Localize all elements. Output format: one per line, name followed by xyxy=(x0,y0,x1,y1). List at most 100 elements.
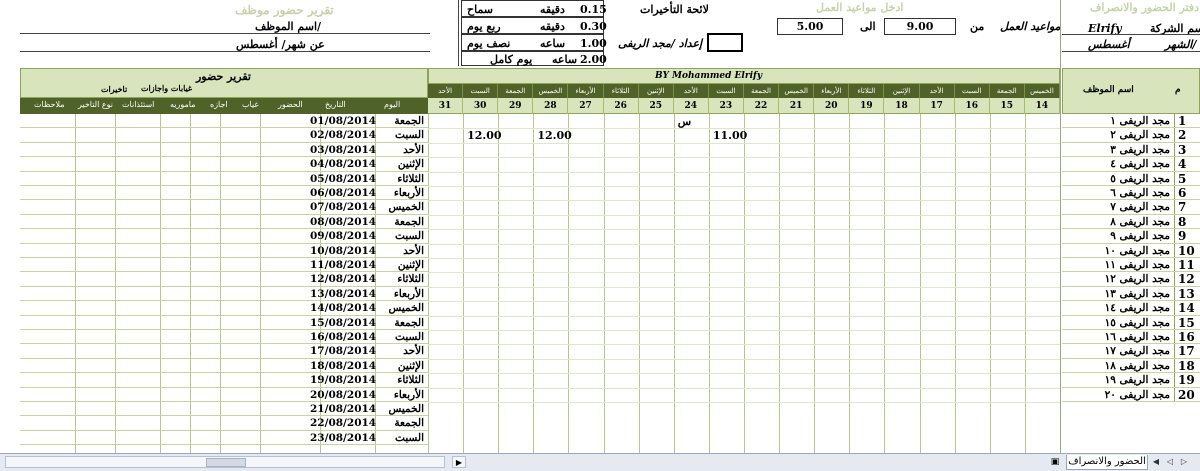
report-row[interactable]: الخميس 21/08/2014 xyxy=(20,402,428,417)
report-row[interactable]: الخميس 14/08/2014 xyxy=(20,301,428,316)
report-row[interactable]: الأحد 10/08/2014 xyxy=(20,244,428,258)
sheet-bar: ▶ الحضور والانصراف ▣ ◀ ◁ ▷ xyxy=(0,453,1200,471)
employee-num: 11 xyxy=(1178,258,1195,272)
grid-day-name: الجمعة xyxy=(498,84,534,98)
selected-cell[interactable] xyxy=(707,33,743,52)
employee-row[interactable]: مجد الريفى ٦ 6 xyxy=(1062,186,1200,201)
report-date: 02/08/2014 xyxy=(310,129,377,142)
employee-line xyxy=(20,33,430,34)
report-row[interactable]: الثلاثاء 12/08/2014 xyxy=(20,272,428,287)
new-sheet-icon[interactable]: ▣ xyxy=(1048,456,1062,468)
report-date: 12/08/2014 xyxy=(310,273,377,286)
report-day: الأربعاء xyxy=(393,187,424,199)
grid-day-name: الثلاثاء xyxy=(849,84,885,98)
from-value-box[interactable]: 9.00 xyxy=(884,18,956,35)
penalty-row-4[interactable]: يوم كامل ساعه 2.00 xyxy=(461,51,607,66)
employee-row[interactable]: مجد الريفى ١٤ 14 xyxy=(1062,301,1200,316)
report-date: 21/08/2014 xyxy=(310,403,377,415)
employee-name: مجد الريفى ٧ xyxy=(1110,201,1170,214)
grid-body: س 11.00 12.00 12.00 xyxy=(428,114,1060,453)
employee-num: 12 xyxy=(1178,272,1195,287)
report-row[interactable]: السبت 16/08/2014 xyxy=(20,330,428,345)
report-row[interactable]: السبت 23/08/2014 xyxy=(20,431,428,446)
report-row[interactable]: الجمعة 22/08/2014 xyxy=(20,416,428,431)
employee-row[interactable]: مجد الريفى ٣ 3 xyxy=(1062,143,1200,158)
sheet-tab-attendance[interactable]: الحضور والانصراف xyxy=(1066,455,1148,470)
employee-name: مجد الريفى ١٠ xyxy=(1104,244,1170,257)
grid-day-num: 16 xyxy=(955,98,990,114)
report-row[interactable]: السبت 02/08/2014 xyxy=(20,128,428,143)
report-date: 07/08/2014 xyxy=(310,201,377,214)
employee-num: 10 xyxy=(1178,243,1195,258)
grid-entry[interactable]: 12.00 xyxy=(537,129,571,142)
report-date: 08/08/2014 xyxy=(310,215,377,228)
report-row[interactable]: الجمعة 08/08/2014 xyxy=(20,215,428,230)
report-row[interactable]: الإثنين 18/08/2014 xyxy=(20,359,428,374)
report-day: الأربعاء xyxy=(393,287,424,300)
employee-row[interactable]: مجد الريفى ١٠ 10 xyxy=(1062,244,1200,258)
employee-row[interactable]: مجد الريفى ١ 1 xyxy=(1062,114,1200,129)
scroll-right-icon[interactable]: ▶ xyxy=(452,456,466,468)
employee-name: مجد الريفى ٣ xyxy=(1110,143,1170,156)
report-row[interactable]: الجمعة 15/08/2014 xyxy=(20,316,428,330)
penalty-row-3[interactable]: نصف يوم ساعه 1.00 xyxy=(461,34,607,51)
col-delay-type: نوع التاخير xyxy=(78,100,113,109)
report-row[interactable]: الأربعاء 20/08/2014 xyxy=(20,388,428,402)
employee-row[interactable]: مجد الريفى ٢ 2 xyxy=(1062,128,1200,143)
report-row[interactable]: الأربعاء 06/08/2014 xyxy=(20,186,428,201)
report-row[interactable]: السبت 09/08/2014 xyxy=(20,229,428,244)
report-row[interactable]: الإثنين 11/08/2014 xyxy=(20,258,428,273)
report-row[interactable]: الإثنين 04/08/2014 xyxy=(20,157,428,172)
report-date: 04/08/2014 xyxy=(310,158,377,171)
first-sheet-icon[interactable]: ◀ xyxy=(1150,456,1162,468)
employee-row[interactable]: مجد الريفى ٧ 7 xyxy=(1062,200,1200,215)
report-row[interactable]: الأحد 03/08/2014 xyxy=(20,143,428,158)
scroll-thumb[interactable] xyxy=(206,458,246,467)
employee-name: مجد الريفى ٤ xyxy=(1110,158,1170,171)
employee-num: 2 xyxy=(1178,128,1187,143)
to-value-box[interactable]: 5.00 xyxy=(777,18,843,35)
report-date: 09/08/2014 xyxy=(310,230,377,243)
book-title: دفتر الحضور والانصراف xyxy=(1090,1,1200,14)
employee-row[interactable]: مجد الريفى ١٦ 16 xyxy=(1062,330,1200,345)
employee-name: مجد الريفى ١١ xyxy=(1104,259,1170,271)
report-row[interactable]: الجمعة 01/08/2014 xyxy=(20,114,428,129)
penalty-row-1[interactable]: سماح دقيقه 0.15 xyxy=(461,0,607,17)
report-date: 17/08/2014 xyxy=(310,345,377,358)
employee-row[interactable]: مجد الريفى ١٣ 13 xyxy=(1062,287,1200,302)
employee-row[interactable]: مجد الريفى ٩ 9 xyxy=(1062,229,1200,244)
report-row[interactable]: الثلاثاء 05/08/2014 xyxy=(20,172,428,186)
employee-row[interactable]: مجد الريفى ٢٠ 20 xyxy=(1062,388,1200,402)
report-row[interactable]: الأربعاء 13/08/2014 xyxy=(20,287,428,302)
report-row[interactable]: الخميس 07/08/2014 xyxy=(20,200,428,215)
employee-row[interactable]: مجد الريفى ٥ 5 xyxy=(1062,172,1200,186)
employee-row[interactable]: مجد الريفى ١٥ 15 xyxy=(1062,316,1200,330)
grid-entry[interactable]: 12.00 xyxy=(467,129,501,142)
report-date: 03/08/2014 xyxy=(310,143,377,156)
grid-entry[interactable]: 11.00 xyxy=(713,129,747,142)
employee-row[interactable]: مجد الريفى ١٨ 18 xyxy=(1062,359,1200,374)
col-notes: ملاحظات xyxy=(34,100,65,109)
penalty-row-2[interactable]: ربع يوم دقيقه 0.30 xyxy=(461,17,607,34)
month-label-left: عن شهر/ أغسطس xyxy=(236,38,325,51)
employee-label: اسم الموظف/ xyxy=(255,20,322,33)
employee-row[interactable]: مجد الريفى ١٩ 19 xyxy=(1062,373,1200,388)
employee-row[interactable]: مجد الريفى ٤ 4 xyxy=(1062,157,1200,172)
employee-row[interactable]: مجد الريفى ١٧ 17 xyxy=(1062,344,1200,359)
prev-sheet-icon[interactable]: ◁ xyxy=(1164,456,1176,468)
horizontal-scrollbar[interactable] xyxy=(5,456,445,468)
group-absence: غيابات واجازات xyxy=(141,83,193,93)
employee-row[interactable]: مجد الريفى ٨ 8 xyxy=(1062,215,1200,230)
report-row[interactable]: الثلاثاء 19/08/2014 xyxy=(20,373,428,388)
employee-name: مجد الريفى ١٥ xyxy=(1104,316,1170,329)
report-day: الثلاثاء xyxy=(397,172,424,185)
grid-day-num: 17 xyxy=(920,98,955,114)
next-sheet-icon[interactable]: ▷ xyxy=(1178,456,1190,468)
report-row[interactable]: الأحد 17/08/2014 xyxy=(20,344,428,359)
employee-row[interactable]: مجد الريفى ١١ 11 xyxy=(1062,258,1200,273)
employee-row[interactable]: مجد الريفى ١٢ 12 xyxy=(1062,272,1200,287)
col-mission: ماموريه xyxy=(170,100,196,109)
employee-num: 15 xyxy=(1178,315,1195,330)
grid-entry[interactable]: س xyxy=(678,115,691,128)
report-title: تقرير حضور موظف xyxy=(235,3,334,17)
